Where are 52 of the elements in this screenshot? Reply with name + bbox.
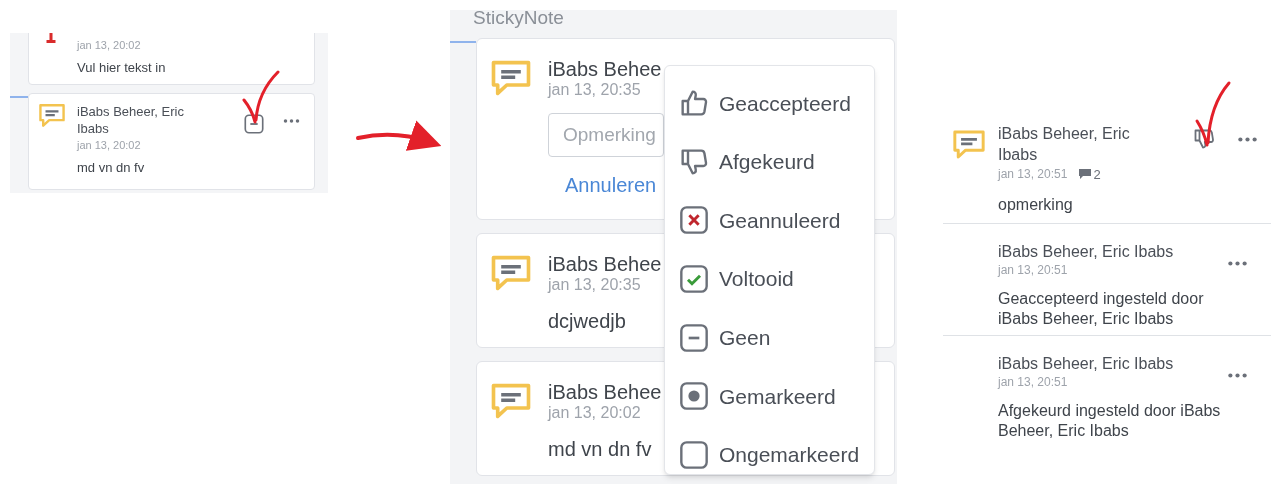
cancel-link[interactable]: Annuleren [565, 173, 664, 197]
author-name: iBabs Beheer, Eric Ibabs [998, 242, 1175, 262]
note-date: jan 13, 20:35 [548, 81, 642, 99]
author-name: iBabs Behee [548, 57, 663, 81]
menu-item[interactable]: Afgekeurd [678, 132, 874, 192]
panel-title: StickyNote [473, 10, 565, 30]
note-date: jan 13, 20:02 [548, 404, 642, 422]
note-text: Vul hier tekst in [77, 59, 167, 76]
pin-icon [46, 33, 56, 44]
thumbs-down-icon [1192, 127, 1216, 151]
author-name: iBabs Behee [548, 252, 662, 276]
empty-box-icon [678, 438, 710, 471]
note-text: dcjwedjb [548, 309, 627, 333]
menu-item[interactable]: Geannuleerd [678, 191, 874, 250]
author-name: iBabs Behee [548, 380, 662, 404]
check-box-icon [678, 263, 710, 296]
minus-box-icon [678, 321, 710, 354]
note-text: md vn dn fv [548, 437, 653, 461]
note-text: md vn dn fv [77, 159, 146, 176]
menu-item[interactable]: Ongemarkeerd [678, 425, 874, 484]
note-date: jan 13, 20:35 [548, 276, 642, 294]
cross-box-icon [678, 204, 710, 237]
more-icon[interactable] [1228, 261, 1247, 266]
comment-icon [952, 129, 986, 160]
author-name: iBabs Beheer, Eric Ibabs [998, 124, 1131, 165]
more-icon[interactable] [283, 119, 300, 123]
note-date: jan 13, 20:51 [998, 166, 1068, 184]
more-icon[interactable] [1228, 373, 1247, 378]
note-text: Afgekeurd ingesteld door iBabs Beheer, Eric Ibabs [998, 401, 1222, 441]
comment-field[interactable]: Opmerking [548, 113, 664, 157]
note-text: Geaccepteerd ingesteld door iBabs Beheer, Eric Ibabs [998, 289, 1205, 329]
annotation-arrow [242, 70, 280, 124]
menu-item[interactable]: Geen [678, 308, 874, 367]
comment-icon [38, 103, 66, 128]
dot-box-icon [678, 380, 710, 413]
more-icon[interactable] [1238, 137, 1257, 142]
menu-item[interactable]: Geaccepteerd [678, 74, 874, 133]
comment-icon [490, 254, 532, 292]
note-date: jan 13, 20:02 [77, 138, 142, 152]
reply-count: 2 [1079, 165, 1101, 185]
comment-icon [490, 59, 532, 97]
menu-item[interactable]: Gemarkeerd [678, 366, 874, 426]
annotation-arrow [1195, 81, 1231, 147]
note-date: jan 13, 20:02 [77, 38, 142, 52]
comment-icon [490, 382, 532, 420]
note-text: opmerking [998, 194, 1074, 215]
note-date: jan 13, 20:51 [998, 374, 1068, 391]
author-name: iBabs Beheer, Eric Ibabs [77, 103, 185, 137]
note-date: jan 13, 20:51 [998, 262, 1068, 279]
speech-bubble-icon [1079, 169, 1092, 181]
menu-item[interactable]: Voltooid [678, 249, 874, 309]
author-name: iBabs Beheer, Eric Ibabs [998, 354, 1175, 374]
